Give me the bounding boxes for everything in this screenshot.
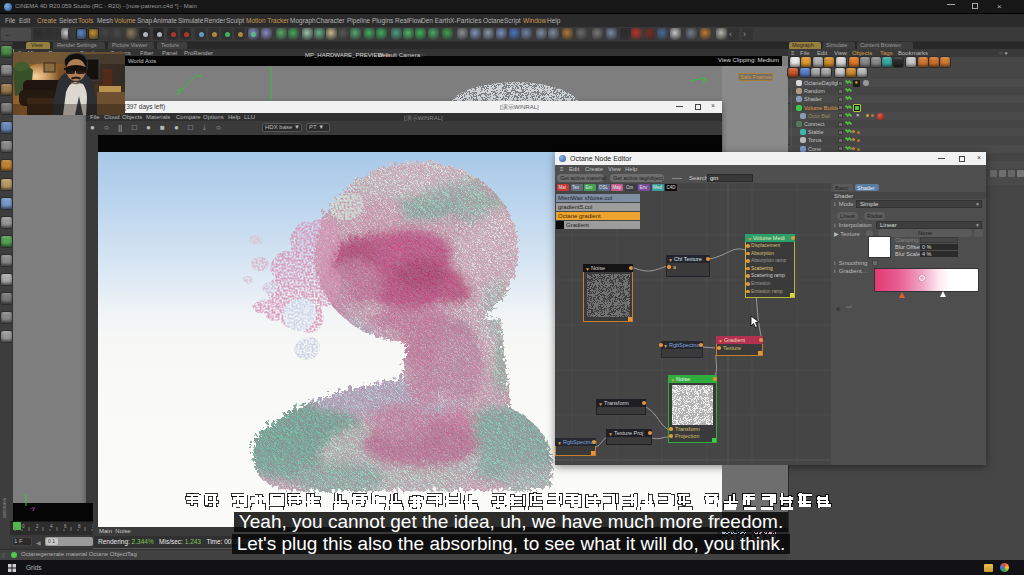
svg-text:-y: -y [30,505,35,511]
